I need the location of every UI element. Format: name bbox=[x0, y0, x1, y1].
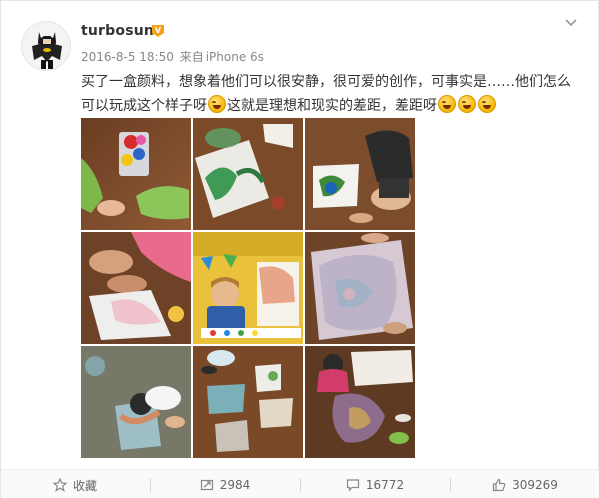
photo-thumbnail-4[interactable] bbox=[81, 232, 191, 344]
chevron-down-icon[interactable] bbox=[563, 15, 579, 31]
smeared-paint-paper-image bbox=[305, 232, 415, 344]
like-button[interactable]: 309269 bbox=[451, 470, 599, 498]
boy-with-paint-box-image bbox=[193, 232, 303, 344]
thumbs-up-icon bbox=[492, 478, 506, 492]
source-prefix: 来自 bbox=[179, 50, 204, 64]
laughing-emoji-icon bbox=[478, 95, 496, 113]
post-meta: 2016-8-5 18:50 来自 iPhone 6s bbox=[81, 48, 266, 65]
comment-count: 16772 bbox=[365, 478, 405, 492]
laughing-emoji-icon bbox=[458, 95, 476, 113]
post-text: 买了一盒颜料，想象着他们可以很安静，很可爱的创作，可事实是……他们怎么可以玩成这… bbox=[81, 70, 581, 118]
timestamp[interactable]: 2016-8-5 18:50 bbox=[81, 50, 174, 64]
vip-badge-icon[interactable]: V bbox=[150, 23, 166, 38]
action-bar: 收藏 2984 16772 309269 bbox=[1, 469, 599, 498]
weibo-post-card: turbosun V 2016-8-5 18:50 来自 iPhone 6s 买了… bbox=[0, 0, 599, 498]
star-icon bbox=[52, 478, 67, 492]
child-feet-pink-dress-image bbox=[81, 232, 191, 344]
photo-thumbnail-3[interactable] bbox=[305, 118, 415, 230]
girl-painted-floor-image bbox=[305, 346, 415, 458]
photo-thumbnail-7[interactable] bbox=[81, 346, 191, 458]
photo-thumbnail-1[interactable] bbox=[81, 118, 191, 230]
avatar[interactable] bbox=[21, 21, 71, 71]
comment-icon bbox=[346, 479, 360, 492]
post-text-part2: 这就是理想和现实的差距，差距呀 bbox=[227, 98, 437, 114]
like-count: 309269 bbox=[512, 478, 558, 492]
source-device[interactable]: iPhone 6s bbox=[206, 50, 264, 64]
photo-thumbnail-6[interactable] bbox=[305, 232, 415, 344]
repost-button[interactable]: 2984 bbox=[151, 470, 299, 498]
photo-thumbnail-5[interactable] bbox=[193, 232, 303, 344]
favorite-button[interactable]: 收藏 bbox=[1, 470, 149, 498]
photo-thumbnail-8[interactable] bbox=[193, 346, 303, 458]
batman-figure-avatar-image bbox=[22, 22, 70, 70]
child-painting-floor-image bbox=[305, 118, 415, 230]
favorite-label: 收藏 bbox=[72, 478, 97, 493]
photo-thumbnail-9[interactable] bbox=[305, 346, 415, 458]
repost-icon bbox=[200, 479, 213, 491]
laughing-emoji-icon bbox=[208, 95, 226, 113]
photo-thumbnail-2[interactable] bbox=[193, 118, 303, 230]
floor-with-papers-image bbox=[193, 346, 303, 458]
photo-grid bbox=[81, 118, 415, 458]
child-from-above-image bbox=[81, 346, 191, 458]
svg-text:V: V bbox=[155, 26, 162, 35]
green-handprint-paper-image bbox=[193, 118, 303, 230]
repost-count: 2984 bbox=[219, 478, 251, 492]
comment-button[interactable]: 16772 bbox=[301, 470, 449, 498]
laughing-emoji-icon bbox=[438, 95, 456, 113]
paint-pots-green-feet-image bbox=[81, 118, 191, 230]
username[interactable]: turbosun bbox=[81, 23, 154, 39]
